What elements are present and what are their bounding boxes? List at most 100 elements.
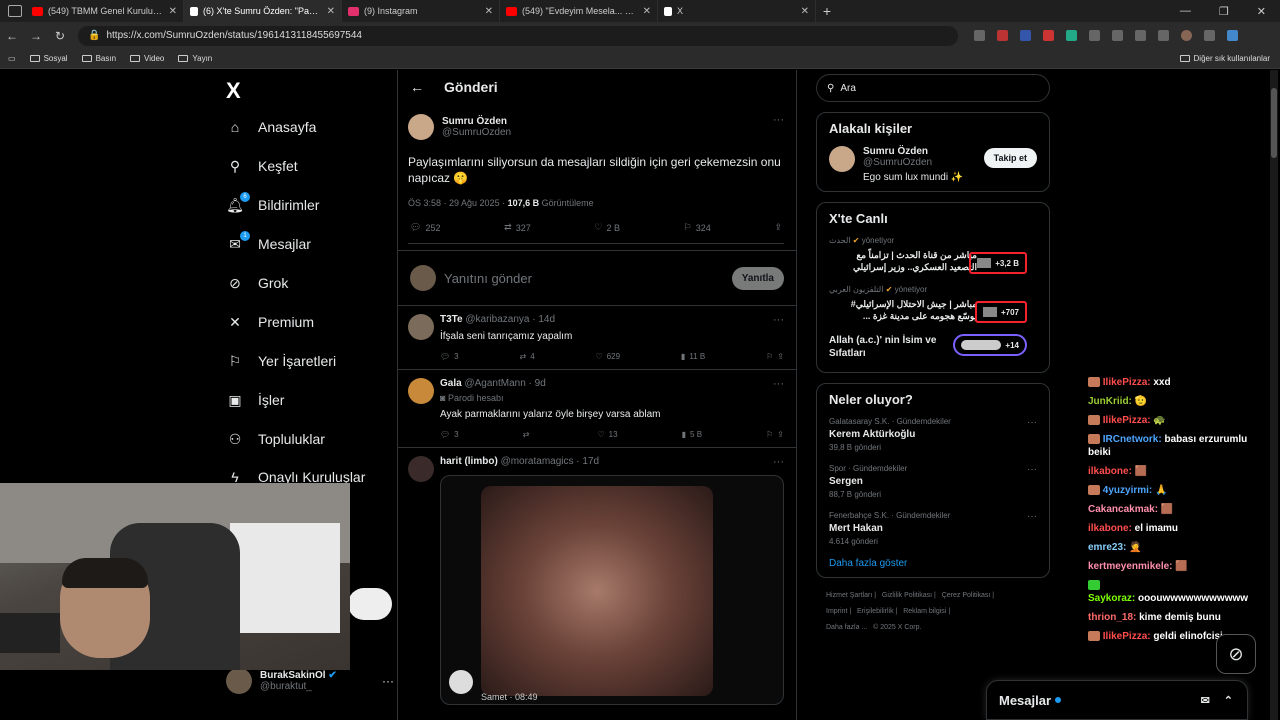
footer-link[interactable]: Gizlilik Politikası <box>882 592 932 599</box>
sidebar-item-notifications[interactable]: 🔔︎ 6 Bildirimler <box>226 192 319 214</box>
author-handle[interactable]: @SumruOzden <box>442 127 511 138</box>
page-scrollbar[interactable] <box>1270 70 1278 720</box>
sidebar-item-home[interactable]: ⌂ Anasayfa <box>226 118 317 136</box>
more-icon[interactable]: ··· <box>773 114 784 126</box>
bookmark-button[interactable]: ⚐ 324 <box>684 222 711 233</box>
messages-dock[interactable]: Mesajlar ✉ ⌃ <box>986 680 1248 720</box>
bookmark-button[interactable]: ⚐ ⇪ <box>766 352 784 361</box>
repost-button[interactable]: ⇄ 4 <box>519 352 534 361</box>
close-tab-icon[interactable]: ✕ <box>327 6 335 17</box>
more-icon[interactable]: ··· <box>1027 417 1037 428</box>
more-icon[interactable]: ··· <box>773 378 784 390</box>
menu-icon[interactable] <box>1204 30 1215 41</box>
like-button[interactable]: ♡ 13 <box>597 430 617 439</box>
reply-item[interactable]: harit (limbo) @moratamagics · 17d ··· Sa… <box>398 447 796 713</box>
browser-tab-active[interactable]: (6) X'te Sumru Özden: "Paylaşımla ✕ <box>184 0 342 22</box>
search-input[interactable]: ⚲ Ara <box>816 74 1050 102</box>
extension-icon[interactable] <box>997 30 1008 41</box>
video-media[interactable]: Samet · 08:49 <box>440 475 784 705</box>
x-logo-icon[interactable]: X <box>226 78 241 104</box>
scrollbar-thumb[interactable] <box>1271 88 1277 158</box>
workspaces-icon[interactable] <box>8 5 22 17</box>
forward-icon[interactable]: → <box>24 29 48 43</box>
reply-item[interactable]: Gala @AgantMann · 9d ··· ◙ Parodi hesabı… <box>398 369 796 447</box>
favorites-icon[interactable] <box>1158 30 1169 41</box>
minimize-icon[interactable]: — <box>1180 5 1191 18</box>
new-tab-button[interactable]: + <box>816 3 838 19</box>
browser-tab[interactable]: X ✕ <box>658 0 816 22</box>
avatar[interactable] <box>408 378 434 404</box>
reply-submit-button[interactable]: Yanıtla <box>731 266 784 290</box>
author-name[interactable]: Sumru Özden <box>442 116 511 127</box>
person-name[interactable]: Sumru Özden <box>863 146 963 157</box>
footer-link[interactable]: Reklam bilgisi <box>903 608 946 615</box>
repost-button[interactable]: ⇄ 327 <box>504 222 531 233</box>
bookmark-folder[interactable]: Sosyal <box>29 54 68 63</box>
live-item[interactable]: Allah (a.c.)' nin İsim ve Sıfatları +14 <box>829 334 1037 360</box>
close-tab-icon[interactable]: ✕ <box>169 6 177 17</box>
extension-icon[interactable] <box>1043 30 1054 41</box>
back-arrow-icon[interactable]: ← <box>410 79 424 95</box>
bookmark-folder[interactable]: Video <box>130 54 164 63</box>
copilot-icon[interactable] <box>1227 30 1238 41</box>
share-button[interactable]: ⇪ <box>774 222 782 233</box>
maximize-icon[interactable]: ❐ <box>1219 5 1229 18</box>
views-button[interactable]: ▮ 5 B <box>682 430 702 439</box>
footer-link[interactable]: Hizmet Şartları <box>826 592 872 599</box>
back-icon[interactable]: ← <box>0 29 24 43</box>
reply-button[interactable]: 💬︎ 3 <box>440 430 459 439</box>
show-more-link[interactable]: Daha fazla göster <box>829 558 1037 569</box>
reply-author-name[interactable]: Gala <box>440 378 462 389</box>
reply-author-name[interactable]: harit (limbo) <box>440 456 498 467</box>
sidebar-item-premium[interactable]: ✕ Premium <box>226 313 314 331</box>
reading-list-icon[interactable]: ▭ <box>8 54 16 63</box>
live-item[interactable]: الحدث ✔ yönetiyor مباشر من قناة الحدث | … <box>829 236 1037 274</box>
browser-tab[interactable]: (549) "Evdeyim Mesela... Karımı Te ✕ <box>500 0 658 22</box>
avatar-icon[interactable] <box>1181 30 1192 41</box>
footer-link[interactable]: Daha fazla ... <box>826 624 867 631</box>
close-window-icon[interactable]: ✕ <box>1257 5 1266 18</box>
more-icon[interactable]: ··· <box>1027 464 1037 475</box>
repost-button[interactable]: ⇄ <box>523 430 534 439</box>
footer-link[interactable]: Imprint <box>826 608 847 615</box>
trend-item[interactable]: Spor · Gündemdekiler Sergen 88,7 B gönde… <box>829 464 1037 499</box>
post-time[interactable]: ÖS 3:58 · 29 Ağu 2025 · <box>408 198 508 208</box>
extension-icon[interactable] <box>974 30 985 41</box>
avatar[interactable] <box>408 456 434 482</box>
post-button[interactable] <box>348 588 392 620</box>
avatar[interactable] <box>408 314 434 340</box>
more-icon[interactable]: ··· <box>1027 511 1037 522</box>
sidebar-item-explore[interactable]: ⚲ Keşfet <box>226 157 298 175</box>
post-author[interactable]: Sumru Özden @SumruOzden <box>408 114 784 140</box>
like-button[interactable]: ♡ 2 B <box>594 222 620 233</box>
sidebar-item-communities[interactable]: ⚇ Topluluklar <box>226 430 325 448</box>
account-switcher[interactable]: BurakSakinOl ✔ @buraktut_ ··· <box>226 668 394 694</box>
url-field[interactable]: 🔒 https://x.com/SumruOzden/status/196141… <box>78 25 958 46</box>
reply-item[interactable]: T3Te @karibazanya · 14d ··· İfşala seni … <box>398 305 796 369</box>
reply-button[interactable]: 💬︎ 3 <box>440 352 459 361</box>
more-icon[interactable]: ··· <box>382 674 394 688</box>
expand-icon[interactable]: ⌃ <box>1224 694 1233 707</box>
follow-button[interactable]: Takip et <box>983 148 1037 168</box>
sidebar-item-messages[interactable]: ✉ 1 Mesajlar <box>226 231 311 253</box>
bookmark-folder[interactable]: Basın <box>81 54 116 63</box>
extension-icon[interactable] <box>1089 30 1100 41</box>
extension-icon[interactable] <box>1112 30 1123 41</box>
refresh-icon[interactable]: ↻ <box>48 29 72 43</box>
avatar[interactable] <box>408 114 434 140</box>
reply-button[interactable]: 💬︎ 252 <box>410 222 440 233</box>
trend-item[interactable]: Galatasaray S.K. · Gündemdekiler Kerem A… <box>829 417 1037 452</box>
more-icon[interactable]: ··· <box>773 314 784 326</box>
extension-icon[interactable] <box>1066 30 1077 41</box>
close-tab-icon[interactable]: ✕ <box>485 6 493 17</box>
compose-message-icon[interactable]: ✉ <box>1201 694 1210 707</box>
trend-item[interactable]: Fenerbahçe S.K. · Gündemdekiler Mert Hak… <box>829 511 1037 546</box>
other-bookmarks[interactable]: Diğer sık kullanılanlar <box>1179 54 1280 63</box>
grok-floating-button[interactable]: ⊘ <box>1216 634 1256 674</box>
extension-icon[interactable] <box>1020 30 1031 41</box>
bookmark-folder[interactable]: Yayın <box>178 54 212 63</box>
live-item[interactable]: التلفزيون العربي ✔ yönetiyor مباشر | جيش… <box>829 285 1037 323</box>
reply-input[interactable]: Yanıtını gönder <box>444 271 724 286</box>
browser-tab[interactable]: (9) Instagram ✕ <box>342 0 500 22</box>
sidebar-item-grok[interactable]: ⊘ Grok <box>226 274 288 292</box>
